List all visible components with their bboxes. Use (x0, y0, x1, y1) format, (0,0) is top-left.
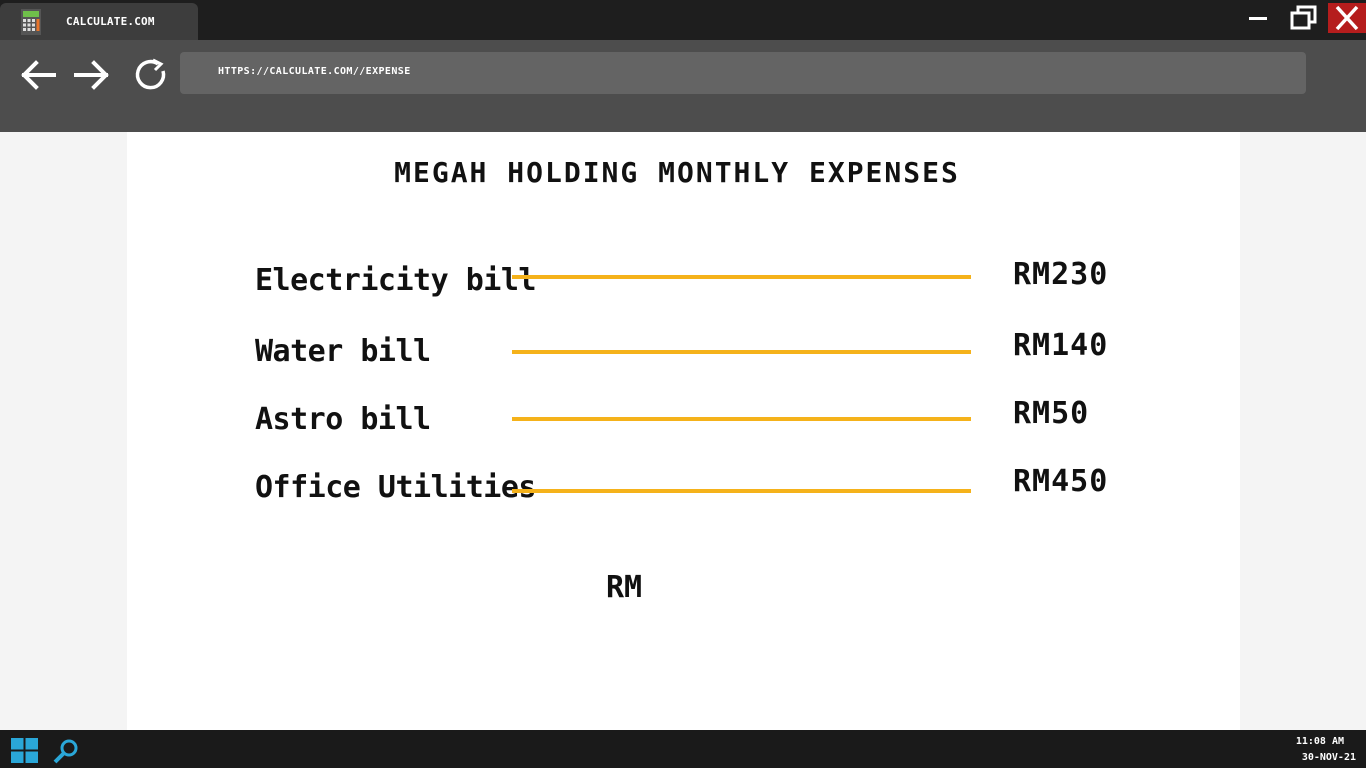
leader-line (512, 275, 971, 279)
expense-row: Water bill RM140 (127, 328, 1240, 374)
tab-title: CALCULATE.COM (66, 15, 155, 28)
leader-line (512, 417, 971, 421)
expense-label: Electricity bill (255, 263, 536, 298)
restore-icon[interactable] (1288, 3, 1320, 33)
browser-title-bar: CALCULATE.COM (0, 0, 1366, 40)
expense-row: Electricity bill RM230 (127, 257, 1240, 303)
expense-label: Astro bill (255, 402, 431, 437)
browser-toolbar: HTTPS://CALCULATE.COM//EXPENSE (0, 40, 1366, 132)
leader-line (512, 489, 971, 493)
page-content: MEGAH HOLDING MONTHLY EXPENSES Electrici… (127, 132, 1240, 730)
calculator-icon (21, 9, 41, 35)
address-bar[interactable]: HTTPS://CALCULATE.COM//EXPENSE (180, 52, 1306, 94)
taskbar: 11:08 AM 30-NOV-21 (0, 730, 1366, 768)
search-icon[interactable] (52, 737, 80, 765)
total-amount: RM (606, 570, 643, 605)
arrow-left-icon[interactable] (18, 57, 58, 93)
reload-icon[interactable] (132, 57, 172, 93)
expense-amount: RM230 (1013, 257, 1109, 292)
expense-label: Office Utilities (255, 470, 536, 505)
expense-row: Office Utilities RM450 (127, 464, 1240, 510)
expense-label: Water bill (255, 334, 431, 369)
expense-amount: RM50 (1013, 396, 1090, 431)
arrow-right-icon[interactable] (72, 57, 112, 93)
clock-date: 30-NOV-21 (1301, 752, 1356, 763)
url-text: HTTPS://CALCULATE.COM//EXPENSE (218, 66, 411, 77)
leader-line (512, 350, 971, 354)
clock-time: 11:08 AM (1295, 736, 1344, 747)
close-icon[interactable] (1328, 3, 1366, 33)
windows-start-icon[interactable] (11, 738, 39, 764)
expense-row: Astro bill RM50 (127, 396, 1240, 442)
expense-amount: RM450 (1013, 464, 1109, 499)
browser-tab[interactable]: CALCULATE.COM (0, 3, 198, 40)
page-title: MEGAH HOLDING MONTHLY EXPENSES (394, 156, 960, 189)
expense-amount: RM140 (1013, 328, 1109, 363)
minimize-icon[interactable] (1243, 3, 1273, 33)
